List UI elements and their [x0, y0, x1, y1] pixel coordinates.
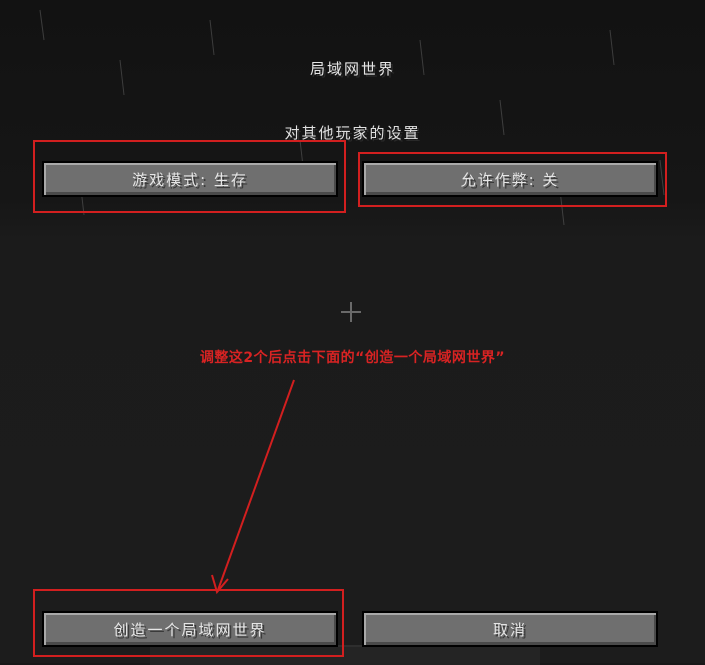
settings-subtitle: 对其他玩家的设置: [284, 124, 421, 142]
allow-cheats-button[interactable]: 允许作弊: 关: [362, 161, 658, 197]
rain-overlay: [39, 9, 665, 226]
game-mode-button[interactable]: 游戏模式: 生存: [42, 161, 338, 197]
create-lan-world-button[interactable]: 创造一个局域网世界: [42, 611, 338, 647]
crosshair-icon: [341, 302, 361, 322]
cancel-button[interactable]: 取消: [362, 611, 658, 647]
hotbar: [150, 645, 540, 665]
annotation-text: 调整这2个后点击下面的“创造一个局域网世界”: [199, 350, 506, 366]
screen-title: 局域网世界: [309, 60, 395, 78]
